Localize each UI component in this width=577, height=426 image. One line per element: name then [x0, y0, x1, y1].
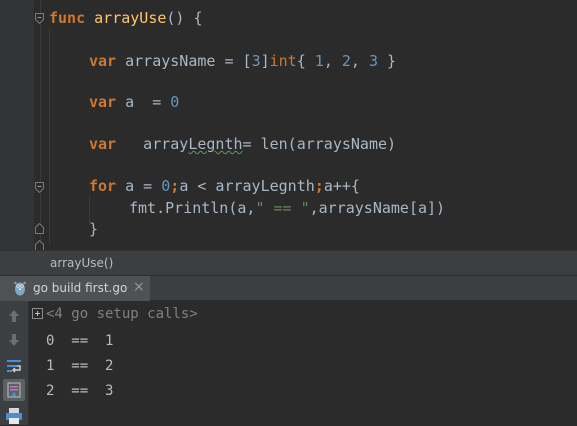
number-literal: 0: [161, 177, 171, 195]
code-text: a < arrayLegnth: [179, 177, 315, 195]
run-console[interactable]: <4 go setup calls> 0 == 1 1 == 2 2 == 3: [0, 301, 577, 425]
code-text: ,arraysName[a]): [309, 199, 446, 217]
fold-marker-icon[interactable]: [35, 240, 44, 250]
code-text: ]: [260, 52, 270, 70]
soft-wrap-icon[interactable]: [3, 355, 25, 377]
code-text: array: [125, 135, 189, 153]
type-name: int: [269, 52, 297, 70]
code-line[interactable]: func arrayUse() {: [49, 8, 203, 28]
console-output-line: 1 == 2: [46, 358, 114, 374]
number-literal: 3: [251, 52, 261, 70]
indent-guide: [49, 30, 50, 245]
code-text: a =: [125, 93, 171, 111]
code-text: a++{: [323, 177, 360, 195]
scroll-to-end-icon[interactable]: [3, 379, 25, 401]
console-output-line: 2 == 3: [46, 383, 114, 399]
string-literal: " == ": [255, 199, 310, 217]
close-icon[interactable]: ×: [133, 279, 145, 295]
code-editor[interactable]: func arrayUse() { var arraysName = [3]in…: [0, 0, 577, 250]
go-gopher-icon: [13, 280, 27, 296]
code-text: ,: [323, 52, 342, 70]
code-line[interactable]: }: [89, 219, 98, 239]
editor-gutter: [0, 0, 34, 250]
keyword: var: [89, 52, 117, 70]
breadcrumb-item[interactable]: arrayUse(): [50, 256, 113, 270]
number-literal: 1: [314, 52, 324, 70]
number-literal: 3: [368, 52, 378, 70]
code-line[interactable]: var a = 0: [89, 92, 179, 112]
code-text: }: [89, 220, 99, 238]
code-text: {: [296, 52, 315, 70]
code-line[interactable]: var arrayLegnth= len(arraysName): [89, 134, 396, 154]
keyword: for: [89, 177, 117, 195]
code-line[interactable]: for a = 0;a < arrayLegnth;a++{: [89, 176, 360, 196]
console-toolbar: [0, 301, 29, 425]
code-text: arraysName = [: [125, 52, 252, 70]
keyword: func: [49, 9, 86, 27]
tab-go-build[interactable]: go build first.go ×: [0, 276, 150, 301]
code-line[interactable]: var arraysName = [3]int{ 1, 2, 3 }: [89, 51, 396, 71]
code-text: a =: [125, 177, 162, 195]
tab-label: go build first.go: [33, 281, 128, 295]
code-line[interactable]: fmt.Println(a," == ",arraysName[a]): [129, 198, 445, 218]
up-arrow-icon[interactable]: [3, 305, 25, 327]
gutter-divider: [40, 0, 41, 250]
print-icon[interactable]: [3, 404, 25, 426]
keyword: var: [89, 93, 117, 111]
run-tab-bar: go build first.go ×: [0, 275, 577, 301]
code-text: fmt.Println(a,: [129, 199, 256, 217]
down-arrow-icon[interactable]: [3, 329, 25, 351]
expand-plus-icon[interactable]: [32, 308, 43, 319]
code-text: = len(arraysName): [242, 135, 397, 153]
fold-marker-icon[interactable]: [35, 182, 44, 193]
semicolon: ;: [170, 177, 180, 195]
fold-marker-icon[interactable]: [35, 13, 44, 24]
code-text: () {: [166, 9, 203, 27]
keyword: var: [89, 135, 117, 153]
semicolon: ;: [314, 177, 324, 195]
code-text: ,: [350, 52, 369, 70]
number-literal: 0: [170, 93, 180, 111]
breadcrumb: arrayUse(): [0, 250, 577, 275]
function-name: arrayUse: [94, 9, 167, 27]
fold-end-marker-icon[interactable]: [35, 223, 44, 234]
code-text: }: [378, 52, 397, 70]
typo-highlight: Legnth: [188, 135, 243, 153]
number-literal: 2: [341, 52, 351, 70]
console-output-line: 0 == 1: [46, 333, 114, 349]
setup-calls-label: <4 go setup calls>: [46, 306, 198, 322]
